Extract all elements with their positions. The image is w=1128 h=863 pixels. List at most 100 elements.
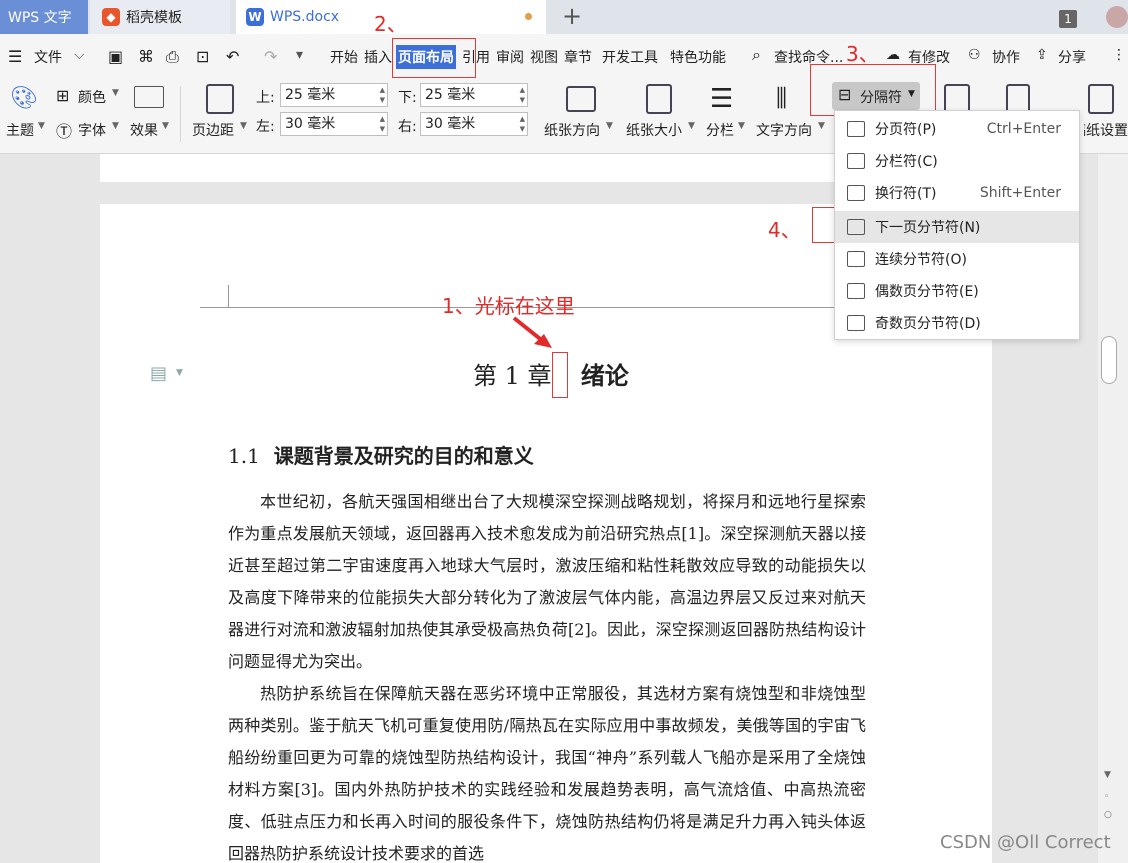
window-count-badge[interactable]: 1 bbox=[1059, 10, 1077, 28]
cursor-highlight-box bbox=[552, 352, 568, 398]
chevron-down-icon[interactable]: ▼ bbox=[112, 88, 119, 98]
body-text[interactable]: 本世纪初，各航天强国相继出台了大规模深空探测战略规划，将探月和远地行星探索作为重… bbox=[228, 486, 866, 863]
top-margin-label: 上: bbox=[256, 90, 275, 106]
chevron-down-icon[interactable]: ▼ bbox=[112, 121, 119, 131]
tab-start[interactable]: 开始 bbox=[330, 47, 358, 67]
tab-developer[interactable]: 开发工具 bbox=[602, 47, 658, 67]
cloud-modified-icon[interactable]: ☁ bbox=[886, 47, 900, 63]
text-direction-icon[interactable]: ⫼ bbox=[776, 84, 787, 112]
theme-palette-icon[interactable]: 🎨︎ bbox=[10, 86, 38, 111]
menu-item-next-page-section[interactable]: 下一页分节符(N) bbox=[835, 211, 1079, 243]
chevron-down-icon[interactable]: ▼ bbox=[176, 368, 183, 378]
collab-icon[interactable]: ⚇ bbox=[968, 47, 981, 63]
tab-review[interactable]: 审阅 bbox=[496, 47, 524, 67]
columns-button[interactable]: 分栏 bbox=[706, 120, 734, 140]
tab-wps-writer[interactable]: WPS 文字 bbox=[0, 0, 88, 34]
section-heading[interactable]: 1.1 课题背景及研究的目的和意义 bbox=[228, 440, 534, 469]
collab-button[interactable]: 协作 bbox=[992, 47, 1020, 67]
chapter-title[interactable]: 第 1 章 绪论 bbox=[473, 356, 629, 391]
format-painter-icon[interactable]: ⌘ bbox=[138, 47, 154, 66]
tab-label: WPS.docx bbox=[270, 9, 340, 25]
quick-access-more-icon[interactable]: ▾ bbox=[296, 47, 303, 63]
share-icon[interactable]: ⇪ bbox=[1036, 47, 1048, 63]
heading-title: 课题背景及研究的目的和意义 bbox=[273, 444, 534, 468]
left-margin-input[interactable]: 30 毫米 ▲ ▼ bbox=[280, 112, 388, 136]
chevron-down-icon[interactable]: ▼ bbox=[688, 121, 695, 131]
save-icon[interactable]: ▣ bbox=[108, 47, 123, 66]
font-button[interactable]: 字体 bbox=[78, 120, 106, 140]
menu-item-continuous-section[interactable]: 连续分节符(O) bbox=[835, 243, 1079, 275]
top-margin-input[interactable]: 25 毫米 ▲ ▼ bbox=[280, 83, 388, 107]
watermark-text: CSDN @Oll Correct bbox=[940, 832, 1111, 853]
theme-button[interactable]: 主题 bbox=[6, 120, 34, 140]
scroll-down-icon[interactable]: ▼ bbox=[1104, 770, 1111, 780]
spinner-icon[interactable]: ▲ ▼ bbox=[520, 114, 525, 134]
share-button[interactable]: 分享 bbox=[1058, 47, 1086, 67]
spinner-icon[interactable]: ▲ ▼ bbox=[380, 114, 385, 134]
chevron-down-icon[interactable]: ▼ bbox=[38, 121, 45, 131]
menu-item-odd-page-section[interactable]: 奇数页分节符(D) bbox=[835, 307, 1079, 339]
margin-icon[interactable] bbox=[206, 84, 234, 114]
paragraph-layout-icon[interactable]: ▤ bbox=[150, 363, 167, 384]
print-preview-icon[interactable]: ⊡ bbox=[196, 47, 209, 66]
right-margin-label: 右: bbox=[398, 119, 417, 135]
menu-item-even-page-section[interactable]: 偶数页分节符(E) bbox=[835, 275, 1079, 307]
paragraph: 热防护系统旨在保障航天器在恶劣环境中正常服役，其选材方案有烧蚀型和非烧蚀型两种类… bbox=[228, 684, 866, 863]
color-grid-icon[interactable]: ⊞ bbox=[56, 86, 69, 105]
bottom-margin-input[interactable]: 25 毫米 ▲ ▼ bbox=[420, 83, 528, 107]
tab-view[interactable]: 视图 bbox=[530, 47, 558, 67]
menu-item-page-break[interactable]: 分页符(P) Ctrl+Enter bbox=[835, 113, 1079, 145]
chevron-down-icon[interactable]: ▼ bbox=[818, 121, 825, 131]
tab-special[interactable]: 特色功能 bbox=[670, 47, 726, 67]
vertical-scrollbar[interactable] bbox=[1098, 154, 1128, 863]
prev-page-icon[interactable]: ◦ bbox=[1104, 792, 1109, 802]
tab-label: WPS 文字 bbox=[8, 10, 72, 26]
manuscript-icon[interactable] bbox=[1088, 84, 1114, 114]
shortcut-label: Shift+Enter bbox=[979, 185, 1061, 201]
more-options-icon[interactable]: ⋮ bbox=[1112, 47, 1126, 63]
spinner-icon[interactable]: ▲ ▼ bbox=[520, 85, 525, 105]
title-bar: WPS 文字 ◆ 稻壳模板 W WPS.docx + 1 bbox=[0, 0, 1128, 34]
orientation-button[interactable]: 纸张方向 bbox=[544, 120, 600, 140]
menu-item-column-break[interactable]: 分栏符(C) bbox=[835, 145, 1079, 177]
spinner-icon[interactable]: ▲ ▼ bbox=[380, 85, 385, 105]
right-margin-input[interactable]: 30 毫米 ▲ ▼ bbox=[420, 112, 528, 136]
effect-icon[interactable] bbox=[134, 86, 164, 108]
new-tab-plus-icon[interactable]: + bbox=[562, 2, 582, 30]
color-button[interactable]: 颜色 bbox=[78, 87, 106, 107]
chevron-down-icon[interactable]: ▼ bbox=[240, 121, 247, 131]
manuscript-setup-button[interactable]: 稿纸设置 bbox=[1084, 120, 1128, 140]
scrollbar-thumb[interactable] bbox=[1101, 336, 1117, 384]
orientation-icon[interactable] bbox=[566, 86, 596, 112]
redo-icon[interactable]: ↷ bbox=[264, 47, 277, 66]
menu-item-line-break[interactable]: 换行符(T) Shift+Enter bbox=[835, 177, 1079, 209]
menu-file[interactable]: 文件 bbox=[34, 47, 62, 67]
font-icon[interactable]: Ⓣ bbox=[56, 118, 72, 142]
avatar[interactable] bbox=[1106, 6, 1128, 28]
chevron-down-icon[interactable]: ▼ bbox=[162, 121, 169, 131]
next-page-section-icon bbox=[847, 219, 865, 235]
margin-button[interactable]: 页边距 bbox=[192, 120, 234, 140]
search-icon[interactable]: ⌕ bbox=[752, 45, 761, 65]
print-icon[interactable]: ⎙ bbox=[166, 47, 179, 67]
effect-button[interactable]: 效果 bbox=[130, 120, 158, 140]
undo-icon[interactable]: ↶ bbox=[226, 47, 239, 66]
heading-number: 1.1 bbox=[228, 444, 260, 468]
tab-chapter[interactable]: 章节 bbox=[564, 47, 592, 67]
chevron-down-icon[interactable]: ▼ bbox=[606, 121, 613, 131]
input-value: 30 毫米 bbox=[425, 116, 476, 132]
select-browse-icon[interactable]: ○ bbox=[1104, 810, 1112, 820]
annotation-arrow-icon bbox=[512, 316, 552, 348]
tab-label: 稻壳模板 bbox=[126, 10, 182, 26]
columns-icon[interactable]: ☰ bbox=[710, 84, 733, 114]
hamburger-menu-icon[interactable]: ☰ bbox=[8, 47, 22, 66]
separator-dropdown: 分页符(P) Ctrl+Enter 分栏符(C) 换行符(T) Shift+Ente… bbox=[834, 110, 1080, 340]
tab-insert[interactable]: 插入 bbox=[364, 47, 392, 67]
chevron-down-icon[interactable]: ▼ bbox=[738, 121, 745, 131]
tab-daoke-template[interactable]: ◆ 稻壳模板 bbox=[90, 0, 230, 34]
text-direction-button[interactable]: 文字方向 bbox=[756, 120, 812, 140]
page-break-icon bbox=[847, 121, 865, 137]
chevron-down-icon[interactable]: ⌵ bbox=[74, 47, 85, 63]
paper-size-button[interactable]: 纸张大小 bbox=[626, 120, 682, 140]
paper-size-icon[interactable] bbox=[646, 84, 672, 114]
